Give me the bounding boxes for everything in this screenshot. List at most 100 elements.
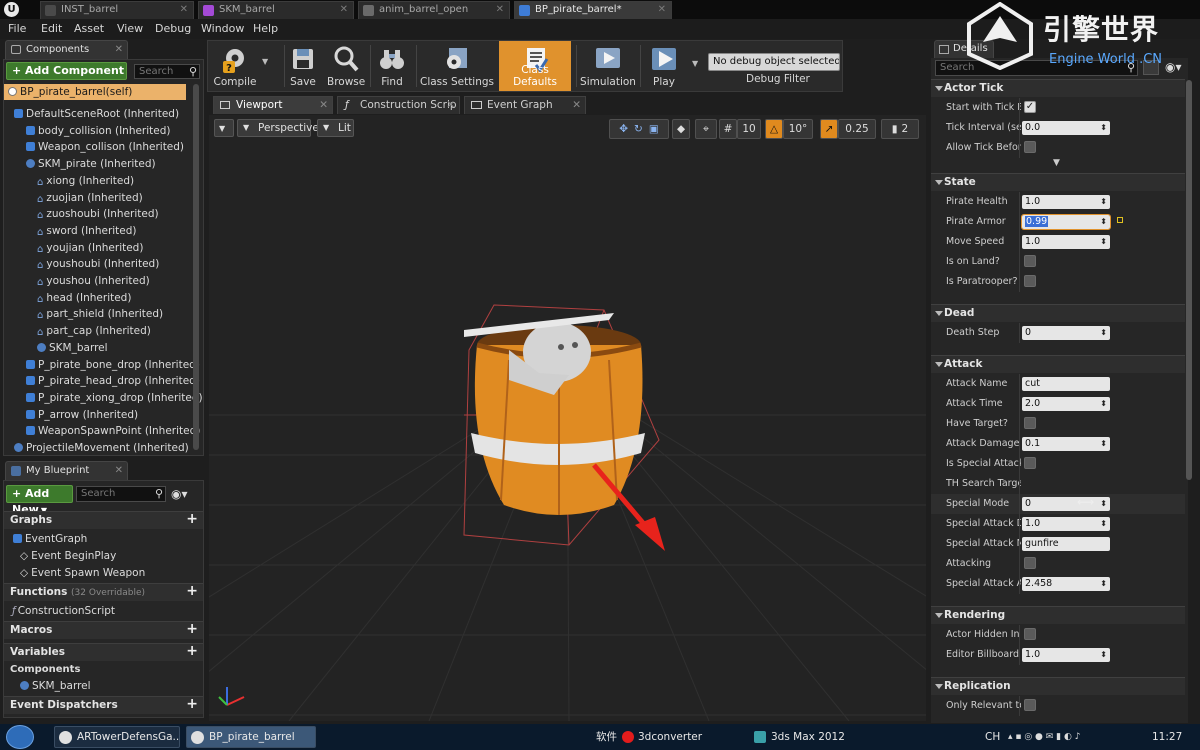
pirate-health-field[interactable]: 1.0 ⬍ <box>1022 195 1110 209</box>
view-options-eye-icon[interactable]: ◉▾ <box>171 487 195 501</box>
close-icon[interactable]: ✕ <box>340 2 348 18</box>
component-tree-item[interactable]: ⌂ head (Inherited) <box>37 290 131 306</box>
construction-script-item[interactable]: ƒ ConstructionScript <box>12 603 115 619</box>
viewport-canvas[interactable]: ▼ ▼ Perspective ▼ Lit ✥ ↻ ▣ ◆ ⌖ # 10 △ 10°… <box>209 115 926 721</box>
move-speed-field[interactable]: 1.0 ⬍ <box>1022 235 1110 249</box>
variables-components-category[interactable]: Components <box>10 662 80 678</box>
ue-logo-icon[interactable]: U <box>4 2 19 17</box>
component-tree-item[interactable]: ⌂ part_shield (Inherited) <box>37 306 163 322</box>
section-state[interactable]: State <box>931 173 1185 191</box>
class-defaults-button[interactable]: Class Defaults <box>499 41 571 91</box>
event-beginplay-item[interactable]: ◇ Event BeginPlay <box>20 548 116 564</box>
component-tree-item[interactable]: ⌂ sword (Inherited) <box>37 223 137 239</box>
section-replication[interactable]: Replication <box>931 677 1185 695</box>
menu-asset[interactable]: Asset <box>74 22 104 35</box>
tray-icons[interactable]: ▴ ▪ ◎ ● ✉ ▮ ◐ ♪ <box>1008 732 1138 742</box>
close-icon[interactable]: ✕ <box>180 2 188 18</box>
spin-arrows-icon[interactable]: ⬍ <box>1100 235 1107 249</box>
add-dispatcher-plus-icon[interactable]: + <box>186 696 198 713</box>
special-attack-de-field[interactable]: 1.0 ⬍ <box>1022 517 1110 531</box>
tab-viewport[interactable]: Viewport ✕ <box>213 96 333 114</box>
scale-icon[interactable]: ▣ <box>649 123 659 135</box>
spin-arrows-icon[interactable]: ⬍ <box>1100 648 1107 662</box>
doc-tab-anim-barrel-open[interactable]: anim_barrel_open ✕ <box>358 1 510 19</box>
components-scrollbar[interactable] <box>193 84 199 450</box>
tab-event-graph[interactable]: Event Graph ✕ <box>464 96 586 114</box>
clock[interactable]: 11:27 <box>1152 724 1182 750</box>
section-rendering[interactable]: Rendering <box>931 606 1185 624</box>
component-tree-item[interactable]: SKM_pirate (Inherited) <box>26 156 156 172</box>
lit-button[interactable]: ▼ Lit <box>317 119 354 137</box>
variables-section-header[interactable]: Variables + <box>4 643 203 661</box>
event-spawn-weapon-item[interactable]: ◇ Event Spawn Weapon <box>20 565 145 581</box>
add-macro-plus-icon[interactable]: + <box>186 621 198 638</box>
details-scrollbar[interactable] <box>1186 80 1192 480</box>
add-variable-plus-icon[interactable]: + <box>186 643 198 660</box>
component-tree-item[interactable]: P_pirate_head_drop (Inherited) <box>26 373 200 389</box>
menu-file[interactable]: File <box>8 22 26 35</box>
rotate-icon[interactable]: ↻ <box>634 123 643 135</box>
start-with-tick-checkbox[interactable]: ✓ <box>1024 101 1036 113</box>
menu-window[interactable]: Window <box>201 22 244 35</box>
menu-edit[interactable]: Edit <box>41 22 62 35</box>
taskbar-item-bp-pirate-barrel[interactable]: BP_pirate_barrel <box>186 726 316 748</box>
add-new-button[interactable]: + Add New▼ <box>6 485 73 516</box>
special-attack-na-field[interactable]: gunfire <box>1022 537 1110 551</box>
menu-view[interactable]: View <box>117 22 143 35</box>
rotation-snap-value[interactable]: 10° <box>783 119 813 139</box>
add-function-plus-icon[interactable]: + <box>186 583 198 600</box>
component-tree-item[interactable]: SKM_barrel <box>37 340 108 356</box>
doc-tab-inst-barrel[interactable]: INST_barrel ✕ <box>40 1 194 19</box>
close-icon[interactable]: ✕ <box>319 97 328 113</box>
component-tree-item[interactable]: WeaponSpawnPoint (Inherited) <box>26 423 200 439</box>
component-self-row[interactable]: BP_pirate_barrel(self) <box>4 84 186 100</box>
tick-interval-field[interactable]: 0.0 ⬍ <box>1022 121 1110 135</box>
component-tree-item[interactable]: P_pirate_bone_drop (Inherited) <box>26 357 200 373</box>
taskbar-item-3dsmax[interactable]: 3ds Max 2012 <box>771 724 845 750</box>
scale-snap-icon[interactable]: ↗ <box>820 119 838 139</box>
spin-arrows-icon[interactable]: ⬍ <box>1100 121 1107 135</box>
spin-arrows-icon[interactable]: ⬍ <box>1100 326 1107 340</box>
only-relevant-checkbox[interactable] <box>1024 699 1036 711</box>
attack-damage-field[interactable]: 0.1 ⬍ <box>1022 437 1110 451</box>
close-icon[interactable]: ✕ <box>115 41 123 58</box>
perspective-button[interactable]: ▼ Perspective <box>237 119 319 137</box>
surface-snap-icon[interactable]: ⌖ <box>695 119 717 139</box>
components-search-input[interactable]: Search ⚲ <box>134 64 200 79</box>
class-settings-button[interactable]: Class Settings <box>419 41 495 91</box>
transform-mode-group[interactable]: ✥ ↻ ▣ <box>609 119 669 139</box>
editor-billboard-field[interactable]: 1.0 ⬍ <box>1022 648 1110 662</box>
3dsmax-icon[interactable] <box>754 731 766 743</box>
doc-tab-skm-barrel[interactable]: SKM_barrel ✕ <box>198 1 354 19</box>
special-attack-ai-field[interactable]: 2.458 ⬍ <box>1022 577 1110 591</box>
compile-button[interactable]: ? Compile <box>210 41 260 91</box>
component-tree-item[interactable]: ⌂ zuoshoubi (Inherited) <box>37 206 159 222</box>
doc-tab-bp-pirate-barrel[interactable]: BP_pirate_barrel* ✕ <box>514 1 672 19</box>
rotation-snap-icon[interactable]: △ <box>765 119 783 139</box>
camera-speed-button[interactable]: ▮ 2 <box>881 119 919 139</box>
browse-button[interactable]: Browse <box>327 41 365 91</box>
spin-arrows-icon[interactable]: ⬍ <box>1100 517 1107 531</box>
translate-icon[interactable]: ✥ <box>619 123 628 135</box>
play-options-dropdown[interactable]: ▼ <box>692 59 698 68</box>
close-icon[interactable]: ✕ <box>658 2 666 18</box>
section-dead[interactable]: Dead <box>931 304 1185 322</box>
grid-snap-icon[interactable]: # <box>719 119 737 139</box>
is-on-land-checkbox[interactable] <box>1024 255 1036 267</box>
have-target-checkbox[interactable] <box>1024 417 1036 429</box>
event-dispatchers-section-header[interactable]: Event Dispatchers + <box>4 696 203 714</box>
menu-debug[interactable]: Debug <box>155 22 191 35</box>
component-tree-item[interactable]: P_pirate_xiong_drop (Inherited) <box>26 390 203 406</box>
component-tree-item[interactable]: Weapon_collison (Inherited) <box>26 139 184 155</box>
tab-construction-script[interactable]: ƒ Construction Scrip ✕ <box>337 96 460 114</box>
my-blueprint-search-input[interactable]: Search ⚲ <box>76 486 166 502</box>
special-mode-field[interactable]: 0 ⬍ <box>1022 497 1110 511</box>
software-label[interactable]: 软件 <box>596 724 617 750</box>
expand-advanced-chevron-icon[interactable]: ▼ <box>1053 158 1060 168</box>
graphs-section-header[interactable]: Graphs + <box>4 511 203 529</box>
death-step-field[interactable]: 0 ⬍ <box>1022 326 1110 340</box>
language-indicator[interactable]: CH <box>985 724 1000 750</box>
component-tree-item[interactable]: ⌂ zuojian (Inherited) <box>37 190 143 206</box>
component-tree-item[interactable]: ⌂ youjian (Inherited) <box>37 240 143 256</box>
section-attack[interactable]: Attack <box>931 355 1185 373</box>
